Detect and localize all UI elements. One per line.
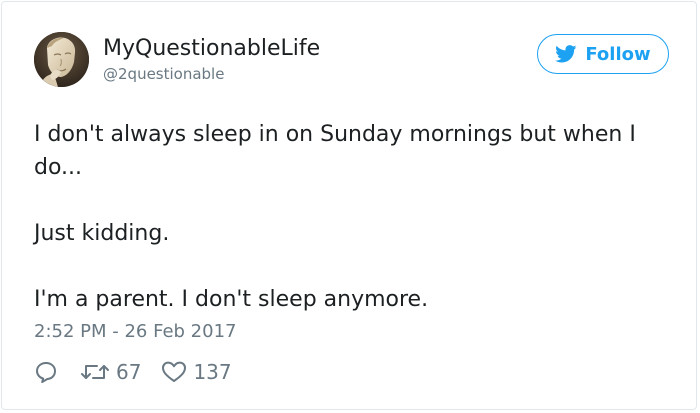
author-display-name[interactable]: MyQuestionableLife	[103, 35, 320, 63]
twitter-bird-icon	[555, 45, 577, 63]
follow-button[interactable]: Follow	[537, 34, 669, 74]
retweet-icon	[80, 361, 110, 383]
tweet-text: I don't always sleep in on Sunday mornin…	[34, 118, 664, 316]
retweet-count: 67	[116, 360, 142, 384]
reply-button[interactable]	[34, 360, 58, 384]
heart-icon	[161, 360, 187, 384]
like-button[interactable]: 137	[161, 360, 232, 384]
tweet-paragraph: I'm a parent. I don't sleep anymore.	[34, 287, 429, 312]
tweet-actions: 67 137	[34, 358, 232, 386]
tweet-card: MyQuestionableLife @2questionable Follow…	[1, 1, 697, 410]
tweet-paragraph: I don't always sleep in on Sunday mornin…	[34, 122, 636, 180]
reply-icon	[34, 360, 58, 384]
follow-button-label: Follow	[585, 43, 651, 65]
retweet-button[interactable]: 67	[80, 360, 141, 384]
avatar[interactable]	[34, 32, 89, 87]
tweet-paragraph: Just kidding.	[34, 221, 170, 246]
tweet-timestamp[interactable]: 2:52 PM - 26 Feb 2017	[34, 320, 237, 344]
author-handle[interactable]: @2questionable	[103, 64, 224, 84]
avatar-image	[34, 32, 89, 87]
like-count: 137	[193, 360, 232, 384]
